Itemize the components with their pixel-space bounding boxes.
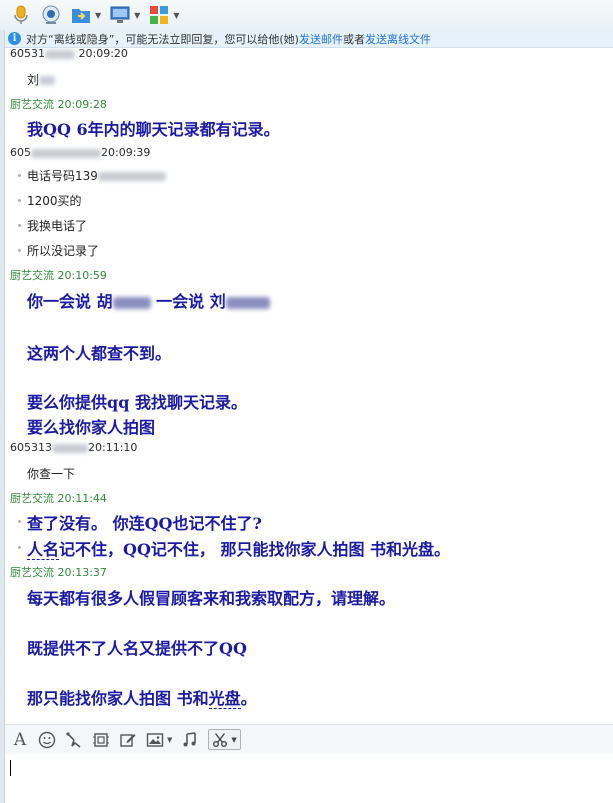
monitor-icon [110,6,130,23]
chevron-down-icon[interactable]: ▼ [173,11,179,20]
music-note-icon[interactable] [181,731,199,749]
message-text: 查了没有。 你连QQ也记不住了? [27,514,262,533]
message-header: 厨艺交流 20:10:59 [10,269,107,282]
edit-icon[interactable] [119,731,137,749]
message-text: 那只能找你家人拍图 书和光盘。 [27,689,257,709]
message-text: 每天都有很多人假冒顾客来和我索取配方，请理解。 [27,589,396,608]
message-header: 厨艺交流 20:11:44 [10,492,107,505]
chevron-down-icon[interactable]: ▼ [134,11,140,20]
message-input[interactable] [5,754,613,803]
message-text: 这两个人都查不到。 [27,344,172,363]
message-text: 你查一下 [27,467,76,481]
folder-icon [72,9,90,23]
apps-button[interactable]: ▼ [148,3,179,27]
message-text: 既提供不了人名又提供不了QQ [27,639,247,658]
chat-toolbar: ▼ ▼ ▼ [0,0,613,30]
message-text: 1200买的 [27,194,82,208]
redacted-text [52,443,88,453]
notice-text: 对方“离线或隐身”，可能无法立即回复，您可以给他(她) [26,32,299,46]
message-text: 要么找你家人拍图 [27,418,156,437]
image-icon[interactable] [146,731,164,749]
remote-desktop-button[interactable]: ▼ [109,3,140,27]
microphone-icon [14,5,28,24]
shake-window-icon[interactable] [65,731,83,749]
message-header: 605313 20:11:10 [10,441,138,454]
message-header: 厨艺交流 20:09:28 [10,98,107,111]
bullet-dot [18,174,21,177]
scissors-icon [213,732,228,747]
info-icon: i [8,32,21,45]
font-icon[interactable]: A [11,730,29,750]
message-text: 人名记不住，QQ记不住， 那只能找你家人拍图 书和光盘。 [27,540,451,560]
apps-grid-icon [150,6,169,24]
redacted-text [97,172,166,181]
chat-message-area[interactable]: 60531 20:09:20 刘 厨艺交流 20:09:28 我QQ 6年内的聊… [5,48,613,724]
bullet-dot [18,224,21,227]
chevron-down-icon[interactable]: ▼ [95,11,101,20]
message-text: 你一会说 胡 一会说 刘 [27,288,270,312]
message-header: 605 20:09:39 [10,146,151,159]
message-text: 我QQ 6年内的聊天记录都有记录。 [27,120,280,139]
message-text: 电话号码139 [27,167,166,184]
redacted-text [45,49,75,59]
message-header: 厨艺交流 20:13:37 [10,566,107,579]
offline-notice-bar: i 对方“离线或隐身”，可能无法立即回复，您可以给他(她) 发送邮件 或者 发送… [5,30,613,48]
message-header: 60531 20:09:20 [10,48,128,60]
redacted-text [31,148,101,158]
text-cursor [10,760,11,776]
message-text: 要么你提供qq 我找聊天记录。 [27,393,247,412]
input-toolbar: A ▼ ▼ [5,724,613,754]
voice-call-button[interactable] [10,3,32,27]
bullet-dot [18,520,21,523]
message-text: 刘 [27,71,56,88]
notice-text-or: 或者 [342,32,365,46]
message-text: 所以没记录了 [27,244,100,258]
send-email-link[interactable]: 发送邮件 [299,31,343,47]
bullet-dot [18,546,21,549]
redacted-text [39,76,56,85]
message-text: 我换电话了 [27,219,88,233]
redacted-text [112,296,151,309]
bullet-dot [18,199,21,202]
emoji-icon[interactable] [38,731,56,749]
screenshot-button[interactable]: ▼ [208,729,241,750]
chevron-down-icon[interactable]: ▼ [167,736,172,744]
video-clip-icon[interactable] [92,731,110,749]
video-call-button[interactable] [40,3,62,27]
bullet-dot [18,249,21,252]
redacted-text [225,296,270,309]
chevron-down-icon[interactable]: ▼ [231,736,236,744]
send-file-button[interactable]: ▼ [70,3,101,27]
webcam-icon [42,5,60,24]
send-offline-file-link[interactable]: 发送离线文件 [365,31,431,47]
